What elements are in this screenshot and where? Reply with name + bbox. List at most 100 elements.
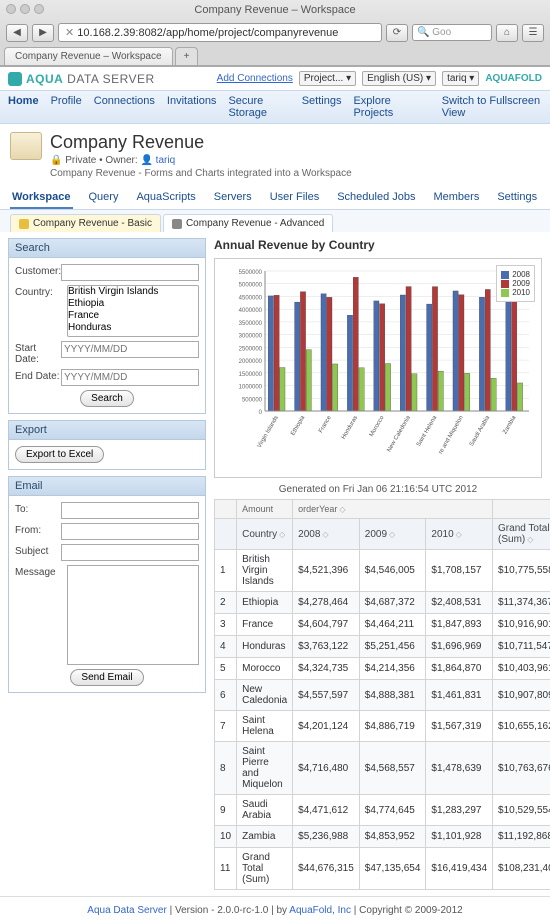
svg-text:Honduras: Honduras [341, 415, 359, 441]
tab-workspace[interactable]: Workspace [10, 187, 73, 209]
country-select[interactable]: British Virgin Islands Ethiopia France H… [67, 285, 199, 337]
language-select[interactable]: English (US) ▾ [362, 71, 436, 86]
export-button[interactable]: Export to Excel [15, 446, 104, 463]
window-title: Company Revenue – Workspace [194, 4, 355, 16]
forward-button[interactable]: ▶ [32, 24, 54, 42]
browser-search[interactable]: 🔍 Goo [412, 24, 492, 41]
owner-link[interactable]: tariq [156, 155, 175, 166]
col-2008[interactable]: 2008◇ [293, 519, 360, 550]
tab-scheduled[interactable]: Scheduled Jobs [335, 187, 417, 209]
project-meta: 🔒 Private • Owner: 👤 tariq [50, 155, 352, 166]
subtab-advanced[interactable]: Company Revenue - Advanced [163, 214, 333, 232]
email-panel: Email To: From: Subject Message Send Ema… [8, 476, 206, 693]
top-links: Add Connections Project... ▾ English (US… [217, 71, 542, 86]
svg-text:Saudi Arabia: Saudi Arabia [469, 414, 492, 447]
nav-explore[interactable]: Explore Projects [353, 95, 417, 119]
folder-icon [10, 132, 42, 160]
table-row: 11Grand Total (Sum)$44,676,315$47,135,65… [215, 848, 550, 890]
email-message-input[interactable] [67, 565, 199, 665]
svg-text:New Caledonia: New Caledonia [386, 414, 412, 453]
owner-avatar-icon: 👤 [140, 155, 152, 166]
table-row: 9Saudi Arabia$4,471,612$4,774,645$1,283,… [215, 795, 550, 826]
col-country[interactable]: Country◇ [237, 519, 293, 550]
table-row: 8Saint Pierre and Miquelon$4,716,480$4,5… [215, 742, 550, 795]
logo-icon [8, 72, 22, 86]
svg-text:3000000: 3000000 [239, 334, 263, 340]
nav-home[interactable]: Home [8, 95, 39, 119]
svg-text:2000000: 2000000 [239, 359, 263, 365]
app-header: AQUA DATA SERVER Add Connections Project… [0, 67, 550, 90]
user-select[interactable]: tariq ▾ [442, 71, 479, 86]
col-2010[interactable]: 2010◇ [426, 519, 493, 550]
browser-tabbar: Company Revenue – Workspace + [0, 45, 550, 66]
search-head: Search [9, 239, 205, 258]
new-tab-button[interactable]: + [175, 47, 199, 65]
home-button[interactable]: ⌂ [496, 24, 518, 42]
email-to-input[interactable] [61, 502, 199, 519]
reload-button[interactable]: ⟳ [386, 24, 408, 42]
tab-userfiles[interactable]: User Files [268, 187, 322, 209]
send-email-button[interactable]: Send Email [70, 669, 143, 686]
traffic-lights [6, 4, 44, 14]
minimize-icon[interactable] [20, 4, 30, 14]
svg-text:4000000: 4000000 [239, 308, 263, 314]
tab-query[interactable]: Query [87, 187, 121, 209]
nav-settings[interactable]: Settings [302, 95, 342, 119]
close-icon[interactable] [6, 4, 16, 14]
brand-logo: AQUA DATA SERVER [8, 72, 155, 86]
nav-connections[interactable]: Connections [94, 95, 155, 119]
customer-input[interactable] [61, 264, 199, 281]
search-button[interactable]: Search [80, 390, 134, 407]
aquafold-logo: AQUAFOLD [485, 73, 542, 84]
url-bar[interactable]: ✕ 10.168.2.39:8082/app/home/project/comp… [58, 23, 382, 42]
tab-servers[interactable]: Servers [212, 187, 254, 209]
svg-text:1000000: 1000000 [239, 385, 263, 391]
chart-title: Annual Revenue by Country [214, 238, 542, 252]
nav-profile[interactable]: Profile [51, 95, 82, 119]
export-head: Export [9, 421, 205, 440]
generated-text: Generated on Fri Jan 06 21:16:54 UTC 201… [214, 484, 542, 495]
subtab-basic[interactable]: Company Revenue - Basic [10, 214, 161, 232]
email-from-input[interactable] [61, 523, 199, 540]
start-date-input[interactable] [61, 341, 199, 358]
table-row: 1British Virgin Islands$4,521,396$4,546,… [215, 550, 550, 592]
svg-text:Ethiopia: Ethiopia [290, 414, 306, 436]
email-subject-input[interactable] [61, 544, 199, 561]
svg-text:2500000: 2500000 [239, 346, 263, 352]
table-row: 3France$4,604,797$4,464,211$1,847,893$10… [215, 614, 550, 636]
search-panel: Search Customer: Country: British Virgin… [8, 238, 206, 414]
end-date-input[interactable] [61, 369, 199, 386]
col-total[interactable]: Grand Total (Sum)◇ [493, 519, 550, 550]
browser-chrome: Company Revenue – Workspace ◀ ▶ ✕ 10.168… [0, 0, 550, 67]
subtab-bar: Company Revenue - Basic Company Revenue … [0, 210, 550, 232]
export-panel: Export Export to Excel [8, 420, 206, 470]
svg-text:0: 0 [259, 410, 263, 416]
footer-company-link[interactable]: AquaFold, Inc [289, 905, 351, 916]
back-button[interactable]: ◀ [6, 24, 28, 42]
svg-text:500000: 500000 [242, 397, 263, 403]
project-desc: Company Revenue - Forms and Charts integ… [50, 168, 352, 179]
footer-product-link[interactable]: Aqua Data Server [87, 905, 167, 916]
zoom-icon[interactable] [34, 4, 44, 14]
nav-secure-storage[interactable]: Secure Storage [228, 95, 289, 119]
tab-aquascripts[interactable]: AquaScripts [134, 187, 197, 209]
fullscreen-link[interactable]: Switch to Fullscreen View [442, 95, 542, 119]
svg-text:Morocco: Morocco [369, 414, 386, 437]
tab-proj-settings[interactable]: Settings [495, 187, 539, 209]
sheet-icon [172, 219, 182, 229]
table-row: 6New Caledonia$4,557,597$4,888,381$1,461… [215, 680, 550, 711]
svg-text:Zambia: Zambia [502, 414, 518, 435]
project-title: Company Revenue [50, 132, 352, 153]
svg-text:Saint Helena: Saint Helena [416, 414, 439, 447]
tab-members[interactable]: Members [431, 187, 481, 209]
table-row: 10Zambia$5,236,988$4,853,952$1,101,928$1… [215, 826, 550, 848]
browser-tab[interactable]: Company Revenue – Workspace [4, 47, 173, 65]
sort-icon[interactable]: ◇ [339, 505, 345, 514]
col-2009[interactable]: 2009◇ [359, 519, 426, 550]
add-connections-link[interactable]: Add Connections [217, 73, 293, 84]
project-select[interactable]: Project... ▾ [299, 71, 356, 86]
window-titlebar: Company Revenue – Workspace [0, 0, 550, 20]
nav-invitations[interactable]: Invitations [167, 95, 217, 119]
bar-chart: 0500000100000015000002000000250000030000… [219, 263, 537, 473]
menu-button[interactable]: ☰ [522, 24, 544, 42]
